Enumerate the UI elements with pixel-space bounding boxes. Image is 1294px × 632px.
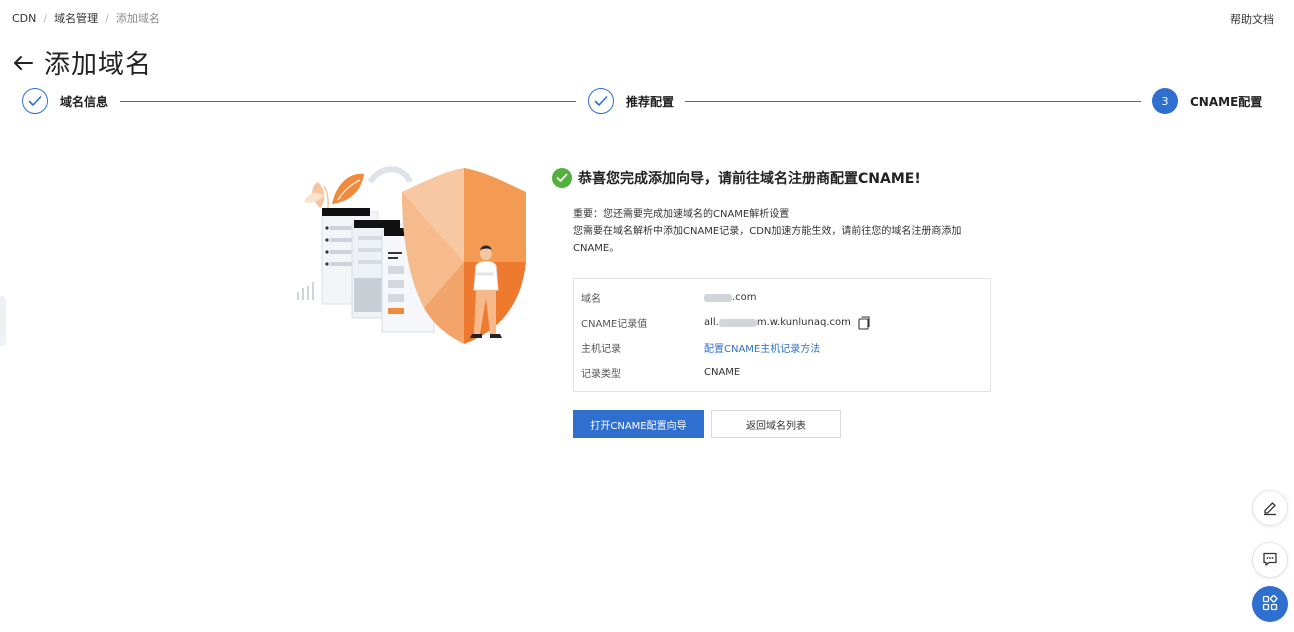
cname-info-box: 域名 .com CNAME记录值 all. m.w.kunlunaq.com 主… <box>573 278 991 392</box>
blurred-text <box>718 318 757 327</box>
info-row-cname: CNAME记录值 all. m.w.kunlunaq.com <box>581 310 990 335</box>
page-title: 添加域名 <box>44 50 153 80</box>
info-row-type: 记录类型 CNAME <box>581 360 990 385</box>
important-note: 重要：您还需要完成加速域名的CNAME解析设置 <box>573 209 790 220</box>
instruction-note: 您需要在域名解析中添加CNAME记录，CDN加速方能生效，请前往您的域名注册商添… <box>573 226 962 254</box>
steps: 域名信息 推荐配置 3 CNAME配置 <box>22 88 1267 118</box>
info-row-domain: 域名 .com <box>581 285 990 310</box>
breadcrumb-domain-management[interactable]: 域名管理 <box>54 10 98 26</box>
cname-prefix: all. <box>704 317 719 328</box>
feedback-float-button[interactable] <box>1252 542 1288 578</box>
domain-value: .com <box>704 292 757 304</box>
help-docs-link[interactable]: 帮助文档 <box>1230 11 1274 27</box>
check-icon <box>22 88 48 114</box>
info-row-host: 主机记录 配置CNAME主机记录方法 <box>581 335 990 360</box>
result-title-text: 恭喜您完成添加向导，请前往域名注册商配置CNAME! <box>578 171 921 187</box>
chat-icon <box>1261 550 1279 571</box>
step-label: 推荐配置 <box>626 94 675 109</box>
step-connector <box>120 101 576 102</box>
type-value: CNAME <box>704 367 741 378</box>
cname-value: all. m.w.kunlunaq.com <box>704 315 871 330</box>
success-illustration <box>292 162 544 352</box>
back-to-domain-list-button[interactable]: 返回域名列表 <box>711 410 841 438</box>
back-arrow-icon[interactable] <box>10 50 36 76</box>
result-panel: 恭喜您完成添加向导，请前往域名注册商配置CNAME! 重要：您还需要完成加速域名… <box>552 168 992 257</box>
domain-suffix: .com <box>732 292 757 303</box>
host-record-link[interactable]: 配置CNAME主机记录方法 <box>704 340 820 355</box>
copy-icon[interactable] <box>857 315 871 330</box>
type-label: 记录类型 <box>581 369 621 380</box>
blurred-text <box>704 293 732 302</box>
breadcrumb-add-domain: 添加域名 <box>115 12 160 25</box>
page-header: 添加域名 <box>10 44 152 81</box>
check-circle-icon <box>552 168 572 188</box>
side-panel-handle[interactable] <box>0 296 6 346</box>
step-connector <box>685 101 1141 102</box>
open-cname-wizard-button[interactable]: 打开CNAME配置向导 <box>573 410 704 438</box>
breadcrumb-separator: / <box>105 11 109 25</box>
result-title: 恭喜您完成添加向导，请前往域名注册商配置CNAME! <box>552 168 992 188</box>
cname-suffix: m.w.kunlunaq.com <box>756 317 851 328</box>
breadcrumb-cdn[interactable]: CDN <box>12 12 36 25</box>
apps-float-button[interactable] <box>1252 586 1288 622</box>
step-cname-config: 3 CNAME配置 <box>1152 88 1262 114</box>
cname-label: CNAME记录值 <box>581 319 648 330</box>
breadcrumb: CDN / 域名管理 / 添加域名 <box>12 10 160 26</box>
result-notes: 重要：您还需要完成加速域名的CNAME解析设置 您需要在域名解析中添加CNAME… <box>573 206 983 257</box>
check-icon <box>588 88 614 114</box>
step-label: 域名信息 <box>60 94 109 109</box>
pencil-icon <box>1261 498 1279 519</box>
domain-label: 域名 <box>581 294 601 305</box>
edit-float-button[interactable] <box>1252 490 1288 526</box>
host-label: 主机记录 <box>581 344 621 355</box>
step-label: CNAME配置 <box>1190 94 1263 109</box>
breadcrumb-separator: / <box>43 11 48 25</box>
grid-icon <box>1261 594 1279 615</box>
step-number: 3 <box>1152 88 1178 114</box>
step-domain-info: 域名信息 <box>22 88 108 114</box>
step-recommended-config: 推荐配置 <box>588 88 674 114</box>
